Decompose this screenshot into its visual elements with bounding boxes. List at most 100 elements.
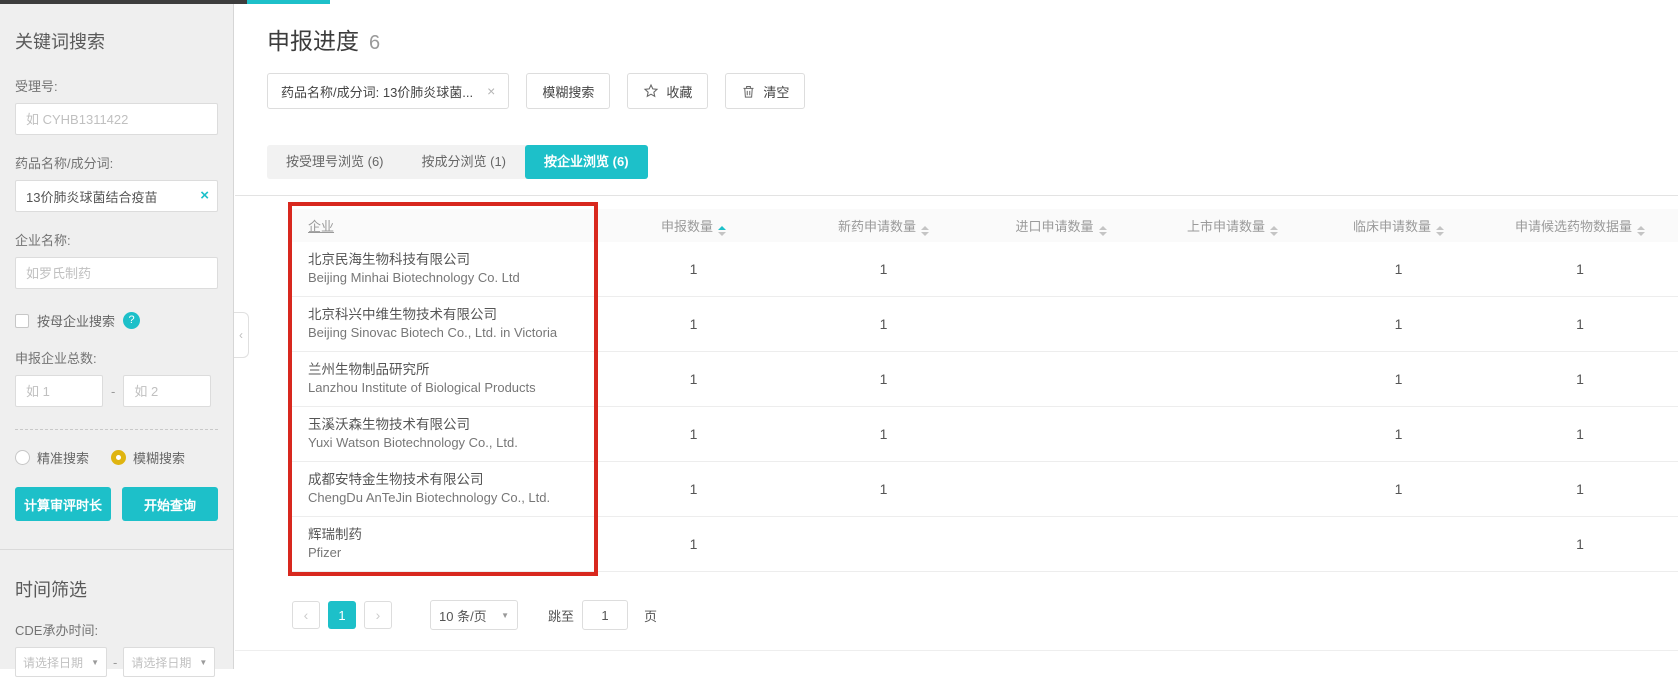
- company-cell[interactable]: 北京民海生物科技有限公司 Beijing Minhai Biotechnolog…: [292, 250, 592, 288]
- sort-icon[interactable]: [718, 226, 726, 236]
- filter-chip: 药品名称/成分词: 13价肺炎球菌... ×: [267, 73, 509, 109]
- col-header-candidate-data[interactable]: 申请候选药物数据量: [1482, 216, 1678, 236]
- fuzzy-search-radio[interactable]: 模糊搜索: [111, 448, 185, 467]
- start-query-button[interactable]: 开始查询: [122, 487, 218, 521]
- prev-page-button[interactable]: ‹: [292, 601, 320, 629]
- section-divider: [0, 549, 233, 550]
- acceptance-number-input[interactable]: [15, 103, 218, 135]
- clear-button[interactable]: 清空: [725, 73, 805, 109]
- sidebar-title: 关键词搜索: [15, 28, 218, 54]
- table-top-divider: [235, 195, 1678, 196]
- parent-company-label: 按母企业搜索: [37, 311, 115, 330]
- table-row[interactable]: 辉瑞制药 Pfizer 1 1: [292, 517, 1678, 572]
- filter-chip-text: 药品名称/成分词: 13价肺炎球菌...: [281, 82, 473, 101]
- bottom-divider: [235, 650, 1678, 651]
- chevron-left-icon: ‹: [304, 607, 309, 623]
- company-total-min-input[interactable]: [15, 375, 103, 407]
- company-cell[interactable]: 玉溪沃森生物技术有限公司 Yuxi Watson Biotechnology C…: [292, 415, 592, 453]
- tab-by-acceptance-number[interactable]: 按受理号浏览 (6): [267, 145, 403, 179]
- current-page-button[interactable]: 1: [328, 601, 356, 629]
- value-cell: 1: [1315, 426, 1482, 442]
- company-cell[interactable]: 成都安特金生物技术有限公司 ChengDu AnTeJin Biotechnol…: [292, 470, 592, 508]
- table-row[interactable]: 成都安特金生物技术有限公司 ChengDu AnTeJin Biotechnol…: [292, 462, 1678, 517]
- page-unit-label: 页: [644, 606, 657, 625]
- parent-company-checkbox[interactable]: [15, 314, 29, 328]
- clear-input-icon[interactable]: ×: [200, 187, 209, 205]
- help-icon[interactable]: ?: [123, 312, 140, 329]
- col-header-label: 临床申请数量: [1353, 219, 1431, 234]
- value-cell: 1: [795, 371, 972, 387]
- result-count: 6: [369, 32, 380, 55]
- table-row[interactable]: 玉溪沃森生物技术有限公司 Yuxi Watson Biotechnology C…: [292, 407, 1678, 462]
- sort-icon[interactable]: [1436, 226, 1444, 236]
- col-header-clinical[interactable]: 临床申请数量: [1315, 216, 1482, 236]
- value-cell: 1: [795, 481, 972, 497]
- value-cell: 1: [1315, 261, 1482, 277]
- company-name-en: Lanzhou Institute of Biological Products: [308, 379, 592, 398]
- chevron-left-icon: ‹: [239, 328, 243, 342]
- company-name-cn: 北京科兴中维生物技术有限公司: [308, 305, 592, 325]
- main-content: 申报进度 6 药品名称/成分词: 13价肺炎球菌... × 模糊搜索 收藏: [235, 4, 1678, 669]
- drug-name-input[interactable]: [15, 180, 218, 212]
- clear-button-label: 清空: [763, 82, 789, 101]
- col-header-marketing[interactable]: 上市申请数量: [1150, 216, 1315, 236]
- company-name-input[interactable]: [15, 257, 218, 289]
- search-sidebar: 关键词搜索 受理号: 药品名称/成分词: × 企业名称: 按母企业搜索 ? 申报…: [0, 4, 234, 669]
- value-cell: 1: [1482, 371, 1678, 387]
- calc-review-time-button[interactable]: 计算审评时长: [15, 487, 111, 521]
- value-cell: 1: [1482, 426, 1678, 442]
- company-table: 企业 申报数量 新药申请数量 进口申请数量 上市申请数量 临床申请数量 申请候选…: [292, 209, 1678, 572]
- chip-close-icon[interactable]: ×: [487, 83, 495, 99]
- precise-search-radio[interactable]: 精准搜索: [15, 448, 89, 467]
- company-cell[interactable]: 北京科兴中维生物技术有限公司 Beijing Sinovac Biotech C…: [292, 305, 592, 343]
- value-cell: 1: [592, 481, 795, 497]
- sort-icon[interactable]: [1099, 226, 1107, 236]
- tab-by-company[interactable]: 按企业浏览 (6): [525, 145, 648, 179]
- page-size-select[interactable]: 10 条/页 ▼: [430, 600, 518, 630]
- fuzzy-search-button[interactable]: 模糊搜索: [526, 73, 610, 109]
- col-header-new-drug[interactable]: 新药申请数量: [795, 216, 972, 236]
- date-range-separator: -: [113, 655, 117, 670]
- company-name-cn: 玉溪沃森生物技术有限公司: [308, 415, 592, 435]
- favorite-button[interactable]: 收藏: [627, 73, 708, 109]
- radio-selected-icon[interactable]: [111, 450, 126, 465]
- value-cell: 1: [1482, 261, 1678, 277]
- jump-to-input[interactable]: [582, 600, 628, 630]
- col-header-company[interactable]: 企业: [292, 216, 592, 235]
- sort-icon[interactable]: [921, 226, 929, 236]
- sidebar-collapse-handle[interactable]: ‹: [234, 312, 249, 358]
- col-header-label: 申报数量: [661, 219, 713, 234]
- value-cell: 1: [1315, 371, 1482, 387]
- view-tabs: 按受理号浏览 (6) 按成分浏览 (1) 按企业浏览 (6): [267, 145, 648, 179]
- date-end-picker[interactable]: 请选择日期 ▼: [123, 647, 215, 677]
- company-cell[interactable]: 兰州生物制品研究所 Lanzhou Institute of Biologica…: [292, 360, 592, 398]
- company-total-max-input[interactable]: [123, 375, 211, 407]
- sort-icon[interactable]: [1270, 226, 1278, 236]
- radio-unselected-icon[interactable]: [15, 450, 30, 465]
- pagination: ‹ 1 › 10 条/页 ▼ 跳至 页: [292, 600, 1678, 630]
- table-row[interactable]: 兰州生物制品研究所 Lanzhou Institute of Biologica…: [292, 352, 1678, 407]
- fuzzy-search-label: 模糊搜索: [133, 448, 185, 467]
- value-cell: 1: [592, 536, 795, 552]
- company-name-en: Beijing Minhai Biotechnology Co. Ltd: [308, 269, 592, 288]
- value-cell: 1: [1482, 536, 1678, 552]
- fuzzy-search-button-label: 模糊搜索: [542, 82, 594, 101]
- dashed-divider: [15, 429, 218, 430]
- table-row[interactable]: 北京科兴中维生物技术有限公司 Beijing Sinovac Biotech C…: [292, 297, 1678, 352]
- caret-down-icon: ▼: [501, 611, 509, 620]
- col-header-import[interactable]: 进口申请数量: [972, 216, 1150, 236]
- drug-name-label: 药品名称/成分词:: [15, 153, 218, 172]
- company-cell[interactable]: 辉瑞制药 Pfizer: [292, 525, 592, 563]
- value-cell: 1: [592, 316, 795, 332]
- tab-by-ingredient[interactable]: 按成分浏览 (1): [403, 145, 526, 179]
- date-start-picker[interactable]: 请选择日期 ▼: [15, 647, 107, 677]
- col-header-label: 申请候选药物数据量: [1515, 219, 1632, 234]
- next-page-button[interactable]: ›: [364, 601, 392, 629]
- sort-icon[interactable]: [1637, 226, 1645, 236]
- caret-down-icon: ▼: [91, 658, 99, 667]
- value-cell: 1: [592, 371, 795, 387]
- col-header-applications[interactable]: 申报数量: [592, 216, 795, 236]
- value-cell: 1: [592, 261, 795, 277]
- company-name-cn: 兰州生物制品研究所: [308, 360, 592, 380]
- table-row[interactable]: 北京民海生物科技有限公司 Beijing Minhai Biotechnolog…: [292, 242, 1678, 297]
